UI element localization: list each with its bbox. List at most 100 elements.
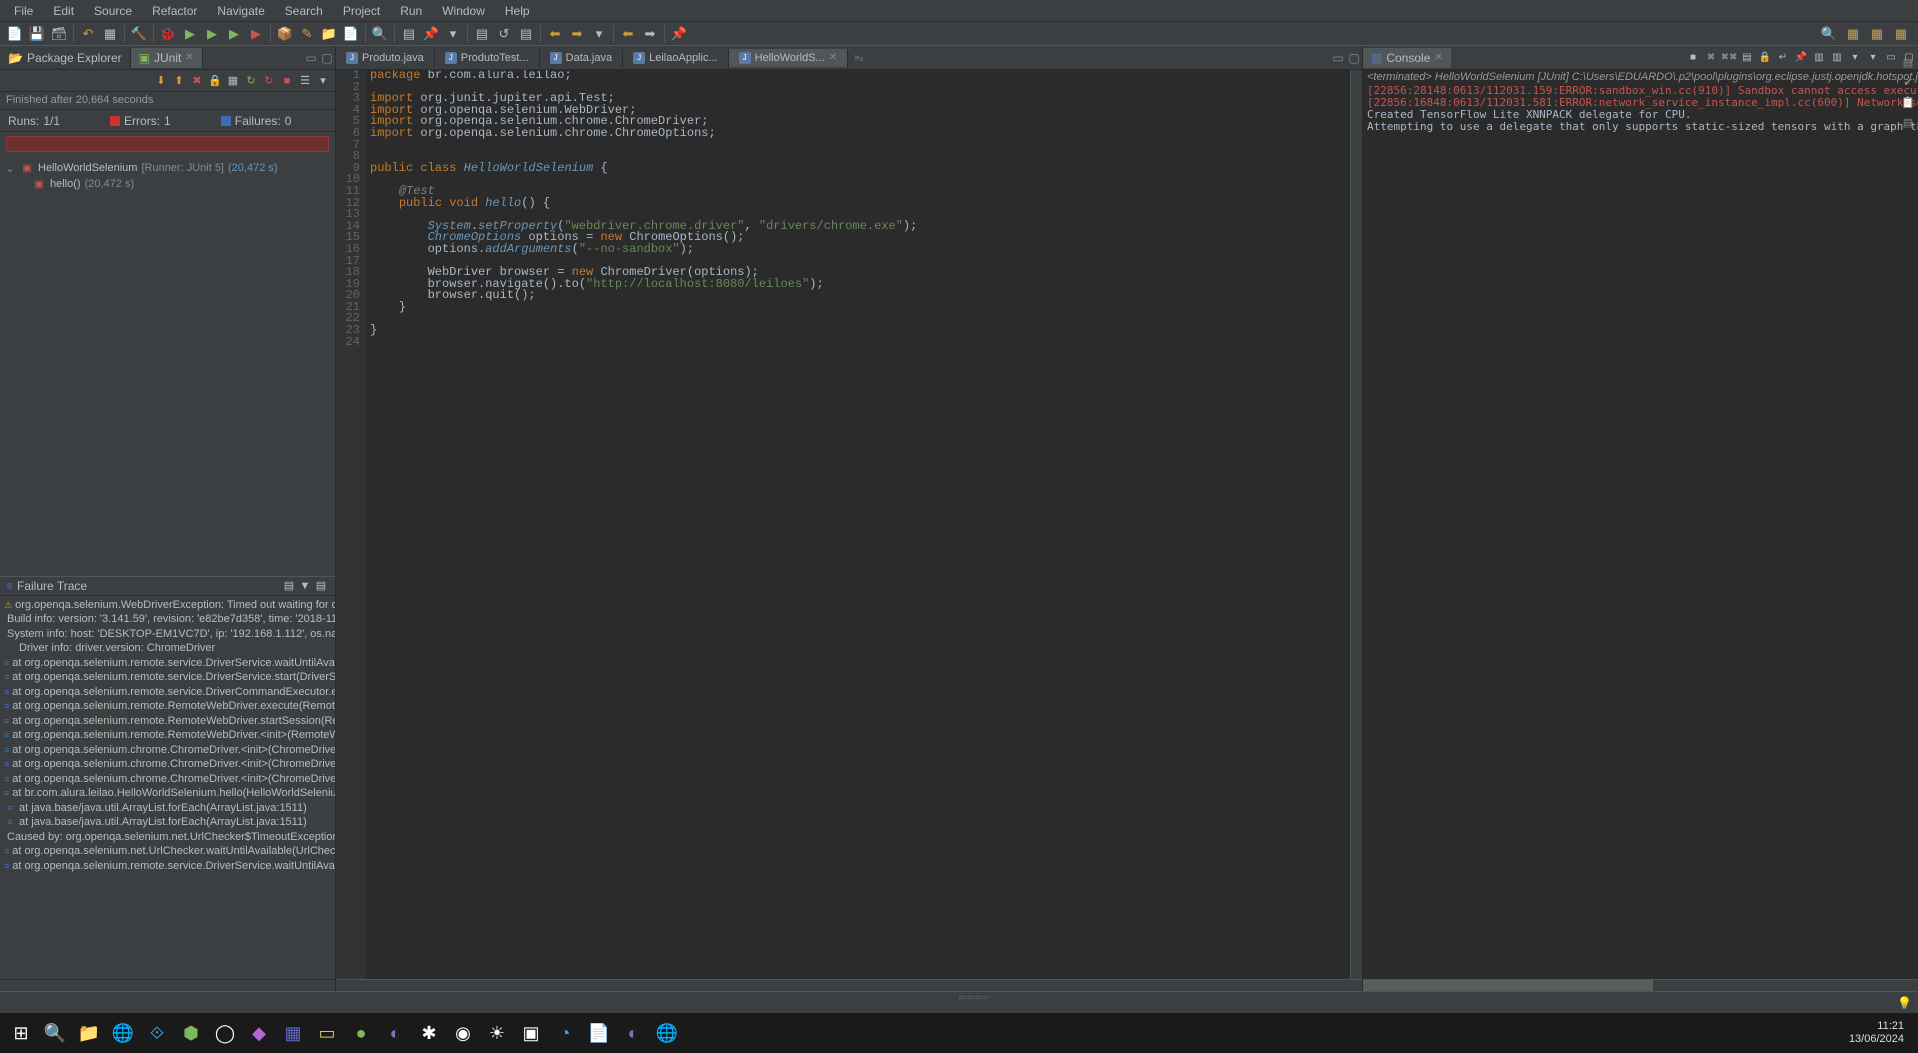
menu-help[interactable]: Help: [495, 2, 540, 20]
trace-row[interactable]: ≡at org.openqa.selenium.remote.RemoteWeb…: [0, 728, 335, 743]
more-tabs[interactable]: »₂: [848, 49, 869, 66]
undo-icon[interactable]: ↶: [78, 24, 98, 44]
new-package-icon[interactable]: 📦: [275, 24, 295, 44]
app-icon[interactable]: ◆: [244, 1018, 274, 1048]
collapse-icon[interactable]: ⌄: [4, 162, 16, 175]
nav-fwd-icon[interactable]: ➡: [640, 24, 660, 44]
editor-tab[interactable]: JLeilaoApplic...: [623, 49, 729, 67]
trace-row[interactable]: ≡at org.openqa.selenium.remote.service.D…: [0, 685, 335, 700]
tip-icon[interactable]: 💡: [1897, 996, 1912, 1010]
minimize-icon[interactable]: ▭: [303, 51, 319, 65]
vertical-scrollbar[interactable]: [1350, 70, 1362, 979]
back-icon[interactable]: ⬅: [545, 24, 565, 44]
trace-row[interactable]: System info: host: 'DESKTOP-EM1VC7D', ip…: [0, 627, 335, 642]
toggle-mark-icon[interactable]: ▤: [472, 24, 492, 44]
code-content[interactable]: package br.com.alura.leilao; import org.…: [366, 70, 1350, 979]
console-scrollbar[interactable]: [1363, 979, 1918, 991]
trace-row[interactable]: ≡at org.openqa.selenium.remote.service.D…: [0, 670, 335, 685]
trace-row[interactable]: ≡at org.openqa.selenium.net.UrlChecker.w…: [0, 844, 335, 859]
eclipse-icon[interactable]: ◐: [380, 1018, 410, 1048]
close-icon[interactable]: ✕: [829, 52, 837, 63]
minimize-icon[interactable]: ▭: [1330, 51, 1346, 65]
next-fail-icon[interactable]: ⬇: [153, 73, 169, 89]
wrap-icon[interactable]: ▤: [313, 578, 329, 594]
redo-icon[interactable]: ▦: [100, 24, 120, 44]
bookmarks-icon[interactable]: 📋: [1900, 94, 1916, 110]
obs-icon[interactable]: ◉: [448, 1018, 478, 1048]
trace-row[interactable]: ≡at org.openqa.selenium.remote.service.D…: [0, 859, 335, 874]
remove-launch-icon[interactable]: ✖: [1703, 50, 1719, 66]
run-icon[interactable]: ▶: [180, 24, 200, 44]
rerun-fail-icon[interactable]: ↻: [243, 73, 259, 89]
cypress-icon[interactable]: ◯: [210, 1018, 240, 1048]
notes-icon[interactable]: ▭: [312, 1018, 342, 1048]
trace-row[interactable]: ≡at org.openqa.selenium.remote.RemoteWeb…: [0, 699, 335, 714]
menu-navigate[interactable]: Navigate: [207, 2, 274, 20]
console-output[interactable]: [22856:28148:0613/112031.159:ERROR:sandb…: [1363, 84, 1918, 979]
layout-icon[interactable]: ▾: [315, 73, 331, 89]
close-icon[interactable]: ✕: [1434, 52, 1442, 63]
run-last-icon[interactable]: ▶: [224, 24, 244, 44]
task-icon[interactable]: ▤: [516, 24, 536, 44]
editor-tab[interactable]: JData.java: [540, 49, 623, 67]
explorer-icon[interactable]: 📁: [74, 1018, 104, 1048]
trace-row[interactable]: Build info: version: '3.141.59', revisio…: [0, 612, 335, 627]
notepad-icon[interactable]: 📄: [584, 1018, 614, 1048]
word-wrap-icon[interactable]: ↵: [1775, 50, 1791, 66]
chrome-icon[interactable]: 🌐: [108, 1018, 138, 1048]
properties-icon[interactable]: ▤: [1900, 114, 1916, 130]
system-tray[interactable]: 11:21 13/06/2024: [1849, 1020, 1912, 1046]
new-console-icon[interactable]: ▾: [1847, 50, 1863, 66]
new-icon[interactable]: 📄: [5, 24, 25, 44]
maximize-icon[interactable]: ▢: [1346, 51, 1362, 65]
clock[interactable]: 11:21 13/06/2024: [1849, 1020, 1904, 1046]
teams-icon[interactable]: ▦: [278, 1018, 308, 1048]
app3-icon[interactable]: ☀: [482, 1018, 512, 1048]
new-class-icon[interactable]: ✎: [297, 24, 317, 44]
menu-refactor[interactable]: Refactor: [142, 2, 207, 20]
trace-row[interactable]: ≡at org.openqa.selenium.chrome.ChromeDri…: [0, 772, 335, 787]
quick-search-icon[interactable]: 🔍: [1819, 24, 1839, 44]
tab-junit[interactable]: ▣ JUnit ✕: [131, 48, 203, 68]
vscode-icon[interactable]: ⟐: [142, 1018, 172, 1048]
editor-tab[interactable]: JHelloWorldS...✕: [729, 49, 849, 67]
menu-window[interactable]: Window: [432, 2, 495, 20]
task-list-icon[interactable]: ✔: [1900, 74, 1916, 90]
start-icon[interactable]: ⊞: [6, 1018, 36, 1048]
ext-tools-icon[interactable]: ▶: [246, 24, 266, 44]
stop-icon[interactable]: ■: [279, 73, 295, 89]
coverage-icon[interactable]: ▶: [202, 24, 222, 44]
trace-row[interactable]: Caused by: org.openqa.selenium.net.UrlCh…: [0, 830, 335, 845]
compare-icon[interactable]: ▤: [281, 578, 297, 594]
close-icon[interactable]: ✕: [185, 52, 193, 63]
trace-row[interactable]: ≡at java.base/java.util.ArrayList.forEac…: [0, 801, 335, 816]
display-selected-icon[interactable]: ▥: [1811, 50, 1827, 66]
trace-row[interactable]: Driver info: driver.version: ChromeDrive…: [0, 641, 335, 656]
terminate-icon[interactable]: ■: [1685, 50, 1701, 66]
prev-fail-icon[interactable]: ⬆: [171, 73, 187, 89]
menu-edit[interactable]: Edit: [43, 2, 84, 20]
trace-row[interactable]: ≡at org.openqa.selenium.remote.RemoteWeb…: [0, 714, 335, 729]
editor-tab[interactable]: JProduto.java: [336, 49, 435, 67]
minimize-icon[interactable]: ▭: [1883, 50, 1899, 66]
build-icon[interactable]: 🔨: [129, 24, 149, 44]
show-fail-only-icon[interactable]: ✖: [189, 73, 205, 89]
trace-row[interactable]: ≡at br.com.alura.leilao.HelloWorldSeleni…: [0, 786, 335, 801]
trace-row[interactable]: ≡at org.openqa.selenium.chrome.ChromeDri…: [0, 743, 335, 758]
mark-icon[interactable]: ▾: [443, 24, 463, 44]
intellij-icon[interactable]: ▣: [516, 1018, 546, 1048]
code-editor[interactable]: 1 2 3 4 5 6 7 8 9 10 11 12 13 14 15 16 1…: [336, 70, 1362, 979]
save-icon[interactable]: 💾: [27, 24, 47, 44]
sash-grip-icon[interactable]: [959, 996, 989, 999]
scroll-lock-icon[interactable]: 🔒: [1757, 50, 1773, 66]
eclipse2-icon[interactable]: ◐: [618, 1018, 648, 1048]
remove-all-icon[interactable]: ✖✖: [1721, 50, 1737, 66]
pin-console-icon[interactable]: 📌: [1793, 50, 1809, 66]
menu-file[interactable]: File: [4, 2, 43, 20]
debug-rerun-icon[interactable]: ↻: [261, 73, 277, 89]
dropdown-icon[interactable]: ▾: [589, 24, 609, 44]
trace-row[interactable]: ⚠org.openqa.selenium.WebDriverException:…: [0, 598, 335, 613]
refresh-icon[interactable]: ↺: [494, 24, 514, 44]
scroll-lock-icon[interactable]: 🔒: [207, 73, 223, 89]
nav-back-icon[interactable]: ⬅: [618, 24, 638, 44]
